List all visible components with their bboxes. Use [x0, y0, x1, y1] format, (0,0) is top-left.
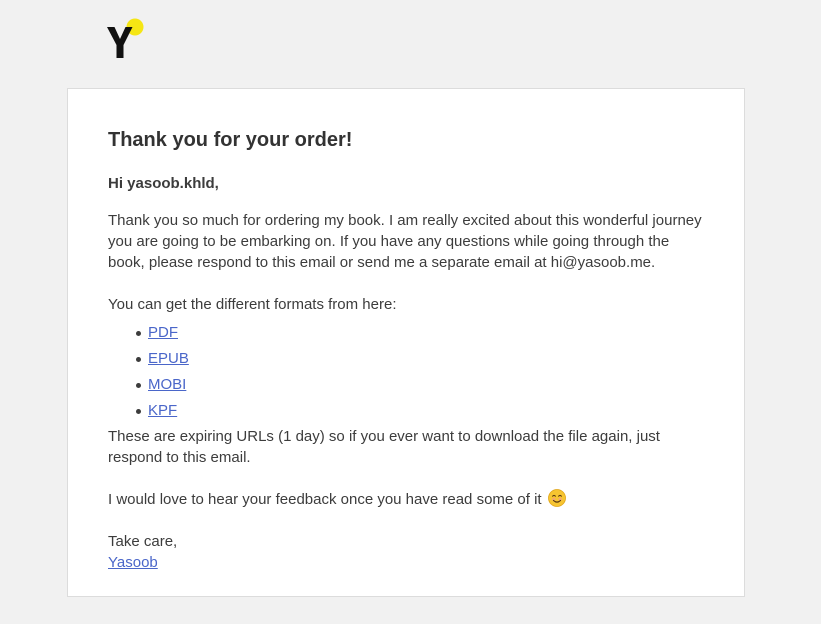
epub-link[interactable]: EPUB	[148, 350, 189, 367]
feedback-paragraph: I would love to hear your feedback once …	[108, 489, 708, 510]
kpf-link[interactable]: KPF	[148, 402, 177, 419]
list-item: KPF	[136, 398, 708, 424]
yasoob-logo	[106, 17, 146, 59]
email-body: Thank you for your order! Hi yasoob.khld…	[108, 127, 708, 573]
intro-paragraph: Thank you so much for ordering my book. …	[108, 212, 702, 271]
list-item: EPUB	[136, 346, 708, 372]
signature-link[interactable]: Yasoob	[108, 554, 158, 571]
smiling-face-icon	[547, 489, 566, 507]
feedback-text: I would love to hear your feedback once …	[108, 491, 542, 508]
signature-line: Yasoob	[108, 552, 708, 573]
logo-icon	[107, 18, 144, 58]
expiry-note: These are expiring URLs (1 day) so if yo…	[108, 428, 660, 466]
greeting: Hi yasoob.khld,	[108, 175, 219, 192]
list-item: PDF	[136, 320, 708, 346]
email-title: Thank you for your order!	[108, 129, 353, 151]
formats-intro: You can get the different formats from h…	[108, 296, 397, 313]
email-card: Thank you for your order! Hi yasoob.khld…	[67, 88, 745, 597]
pdf-link[interactable]: PDF	[148, 324, 178, 341]
list-item: MOBI	[136, 372, 708, 398]
closing: Take care,	[108, 533, 178, 550]
formats-list: PDF EPUB MOBI KPF	[108, 320, 708, 424]
mobi-link[interactable]: MOBI	[148, 376, 186, 393]
